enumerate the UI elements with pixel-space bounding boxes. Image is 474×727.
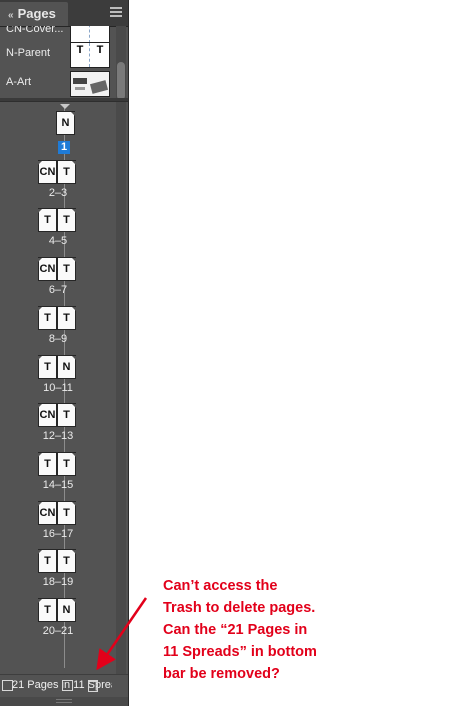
page-spread[interactable]: T T 14–15 (0, 451, 116, 500)
page-number-label: 20–21 (42, 625, 74, 637)
page-thumbnail[interactable]: T (57, 549, 76, 574)
panel-bottom-bar: 21 Pages in 11 Spreads (0, 674, 128, 697)
page-thumbnail[interactable]: N (57, 354, 76, 379)
pages-area: N 1 CN T 2–3 T T 4–5 CN T 6–7 T T 8–9 T N 10–11 CN T 12–13 T… (0, 102, 116, 674)
trash-icon[interactable] (88, 680, 98, 692)
page-number-label: 18–19 (42, 576, 74, 589)
master-thumb-left: T (71, 43, 90, 67)
insertion-marker-icon (60, 104, 70, 109)
page-thumbnail[interactable]: T (38, 305, 57, 330)
annotation-line: Trash to delete pages. (163, 600, 316, 616)
annotation-line: 11 Spreads” in bottom (163, 644, 317, 660)
page-thumbnail[interactable]: CN (38, 257, 57, 282)
annotation-note: Can’t access the Trash to delete pages. … (163, 575, 363, 685)
page-number-label: 4–5 (48, 235, 68, 248)
resize-grip-icon[interactable] (56, 699, 72, 703)
master-row-a-art[interactable]: A-Art (0, 69, 115, 97)
annotation-line: bar be removed? (163, 666, 280, 682)
page-thumbnail[interactable]: T (57, 305, 76, 330)
master-thumb-right: T (96, 44, 104, 56)
panel-scrollbar[interactable] (116, 26, 126, 706)
page-thumbnail[interactable]: T (38, 549, 57, 574)
page-thumbnail[interactable]: T (57, 500, 76, 525)
page-thumbnail[interactable]: T (57, 208, 76, 233)
page-number-selected: 1 (58, 141, 70, 154)
page-thumbnail[interactable]: T (38, 598, 57, 622)
page-number-label: 12–13 (42, 430, 74, 443)
annotation-line: Can the “21 Pages in (163, 622, 308, 638)
page-number-label: 6–7 (48, 284, 68, 297)
collapse-icon[interactable]: « (8, 10, 14, 21)
scrollbar-thumb[interactable] (117, 62, 125, 100)
page-spread[interactable]: T T 8–9 (0, 305, 116, 354)
page-thumbnail[interactable]: CN (38, 403, 57, 428)
page-thumbnail[interactable]: T (38, 451, 57, 476)
page-thumbnail[interactable]: T (38, 354, 57, 379)
master-row-n-parent[interactable]: N-Parent T T (0, 40, 115, 68)
page-thumbnail[interactable]: T (57, 257, 76, 282)
page-thumbnail[interactable]: T (57, 159, 76, 184)
page-thumbnail[interactable]: N (57, 598, 76, 622)
page-thumbnail[interactable]: T (38, 208, 57, 233)
page-number-label: 2–3 (48, 186, 68, 199)
masters-section: CN-Cover... N-Parent T T A-Art (0, 26, 128, 98)
page-spread[interactable]: CN T 16–17 (0, 500, 116, 549)
page-thumbnail[interactable]: CN (38, 500, 57, 525)
page-spread[interactable]: CN T 6–7 (0, 257, 116, 305)
page-spread[interactable]: N1 (0, 111, 116, 159)
page-thumbnail[interactable]: CN (38, 159, 57, 184)
new-page-icon[interactable] (62, 680, 73, 691)
master-label: N-Parent (6, 47, 51, 59)
page-spread[interactable]: T T 4–5 (0, 208, 116, 256)
page-spread[interactable]: T T 18–19 (0, 549, 116, 597)
page-spread[interactable]: T N 20–21 (0, 598, 116, 646)
master-thumbnail (70, 71, 110, 97)
page-thumbnail[interactable]: T (57, 451, 76, 476)
panel-menu-icon[interactable] (110, 7, 122, 17)
panel-tab-bar: «Pages (0, 0, 128, 27)
page-number-label: 16–17 (42, 527, 74, 540)
page-spread[interactable]: CN T 2–3 (0, 159, 116, 208)
pages-panel: «Pages CN-Cover... N-Parent T T A-Art N … (0, 0, 129, 706)
page-number-label: 10–11 (43, 381, 73, 394)
page-spread[interactable]: T N 10–11 (0, 354, 116, 403)
master-label: A-Art (6, 76, 32, 88)
annotation-line: Can’t access the (163, 578, 278, 594)
master-label: CN-Cover... (6, 26, 64, 35)
page-spread[interactable]: CN T 12–13 (0, 403, 116, 451)
page-number-label: 14–15 (42, 478, 74, 491)
page-thumbnail[interactable]: N (56, 111, 75, 135)
page-number-label: 8–9 (48, 332, 68, 345)
tab-pages[interactable]: «Pages (0, 2, 68, 26)
panel-footer (0, 697, 128, 706)
page-thumbnail[interactable]: T (57, 403, 76, 428)
master-thumbnail: T T (70, 42, 110, 68)
tab-pages-label: Pages (17, 6, 56, 21)
